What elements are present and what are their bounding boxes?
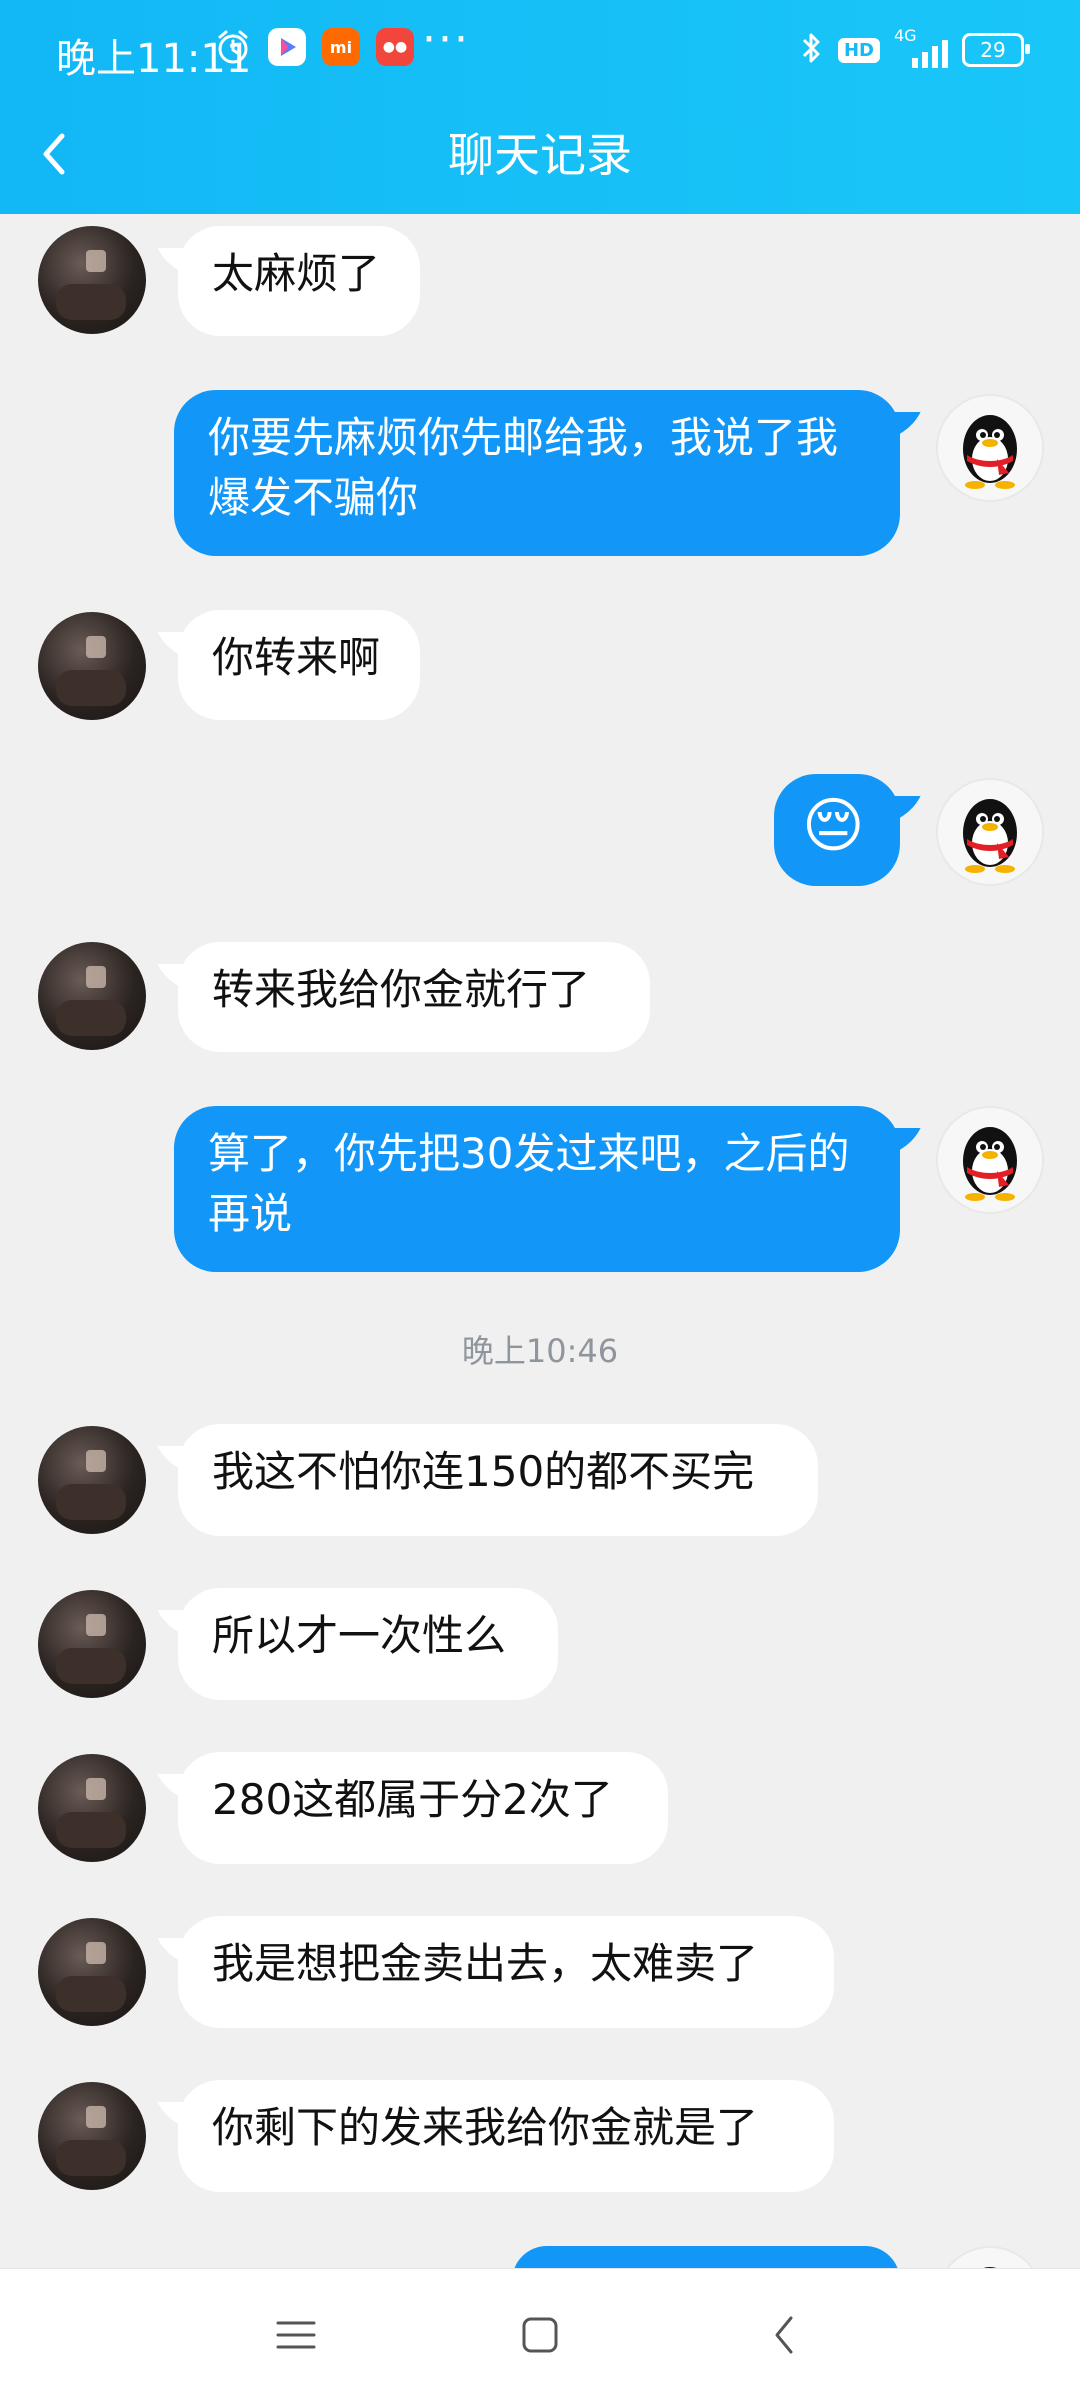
alarm-icon [214, 28, 252, 66]
message-bubble[interactable]: 你要先麻烦你先邮给我，我说了我爆发不骗你 [174, 390, 900, 556]
status-app-icons: mi ●● [214, 28, 414, 66]
message-text: 你转来啊 [212, 633, 381, 682]
back-button[interactable] [24, 124, 84, 184]
red-app-icon: ●● [376, 28, 414, 66]
system-nav-bar [0, 2268, 1080, 2401]
contact-avatar[interactable] [38, 1754, 146, 1862]
battery-icon: 29 [962, 33, 1030, 67]
message-text: 你剩下的发来我给你金就是了 [212, 2103, 759, 2152]
battery-level: 29 [980, 38, 1006, 62]
qq-penguin-icon [983, 2267, 997, 2268]
status-right: HD 4G 29 [800, 26, 1030, 70]
message-text: 转来我给你金就行了 [212, 965, 591, 1014]
home-icon [522, 2317, 558, 2353]
message-bubble[interactable]: 太麻烦了 [178, 226, 420, 336]
message-timestamp: 晚上10:46 [461, 1332, 619, 1370]
contact-avatar[interactable] [38, 1918, 146, 2026]
message-text: 所以才一次性么 [212, 1611, 507, 1660]
signal-icon: 4G [894, 26, 948, 68]
menu-button[interactable] [268, 2307, 324, 2363]
chat-history[interactable]: 太麻烦了 你要先麻烦你先邮给我，我说了我爆发不骗你 你转来啊 😔 转来我给你金就… [0, 214, 1080, 2268]
more-notifications: ··· [422, 14, 470, 65]
message-bubble[interactable]: 😔 [774, 774, 900, 886]
message-bubble-partial[interactable] [512, 2246, 900, 2268]
back-nav-button[interactable] [756, 2307, 812, 2363]
self-avatar[interactable] [936, 394, 1044, 502]
chevron-left-icon [43, 133, 65, 175]
message-text: 你要先麻烦你先邮给我，我说了我爆发不骗你 [208, 413, 839, 522]
self-avatar[interactable] [936, 2246, 1044, 2268]
page-title: 聊天记录 [448, 128, 632, 182]
back-icon [775, 2316, 793, 2354]
contact-avatar[interactable] [38, 612, 146, 720]
message-bubble[interactable]: 算了，你先把30发过来吧，之后的再说 [174, 1106, 900, 1272]
network-type: 4G [894, 26, 917, 45]
bluetooth-icon [800, 30, 824, 70]
message-bubble[interactable]: 你剩下的发来我给你金就是了 [178, 2080, 834, 2192]
message-text: 算了，你先把30发过来吧，之后的再说 [208, 1129, 850, 1238]
message-bubble[interactable]: 我这不怕你连150的都不买完 [178, 1424, 818, 1536]
mi-store-icon: mi [322, 28, 360, 66]
menu-icon [276, 2321, 316, 2349]
contact-avatar[interactable] [38, 226, 146, 334]
message-text: 我这不怕你连150的都不买完 [212, 1447, 755, 1496]
qq-penguin-icon [963, 1127, 1017, 1201]
emoji-pensive-icon: 😔 [802, 791, 865, 861]
message-bubble[interactable]: 转来我给你金就行了 [178, 942, 650, 1052]
message-bubble[interactable]: 我是想把金卖出去，太难卖了 [178, 1916, 834, 2028]
message-text: 太麻烦了 [212, 249, 381, 298]
contact-avatar[interactable] [38, 1590, 146, 1698]
hd-icon: HD [837, 37, 880, 63]
status-bar: 晚上11:11 mi ●● ··· HD 4G 29 [0, 0, 1080, 102]
header: 晚上11:11 mi ●● ··· HD 4G 29 聊天记录 [0, 0, 1080, 214]
self-avatar[interactable] [936, 1106, 1044, 1214]
self-avatar[interactable] [936, 778, 1044, 886]
message-bubble[interactable]: 280这都属于分2次了 [178, 1752, 668, 1864]
message-text: 280这都属于分2次了 [212, 1775, 613, 1824]
qq-penguin-icon [963, 799, 1017, 873]
contact-avatar[interactable] [38, 942, 146, 1050]
title-row: 聊天记录 [0, 110, 1080, 200]
contact-avatar[interactable] [38, 1426, 146, 1534]
home-button[interactable] [512, 2307, 568, 2363]
message-bubble[interactable]: 所以才一次性么 [178, 1588, 558, 1700]
video-app-icon [268, 28, 306, 66]
message-bubble[interactable]: 你转来啊 [178, 610, 420, 720]
contact-avatar[interactable] [38, 2082, 146, 2190]
message-text: 我是想把金卖出去，太难卖了 [212, 1939, 759, 1988]
qq-penguin-icon [963, 415, 1017, 489]
